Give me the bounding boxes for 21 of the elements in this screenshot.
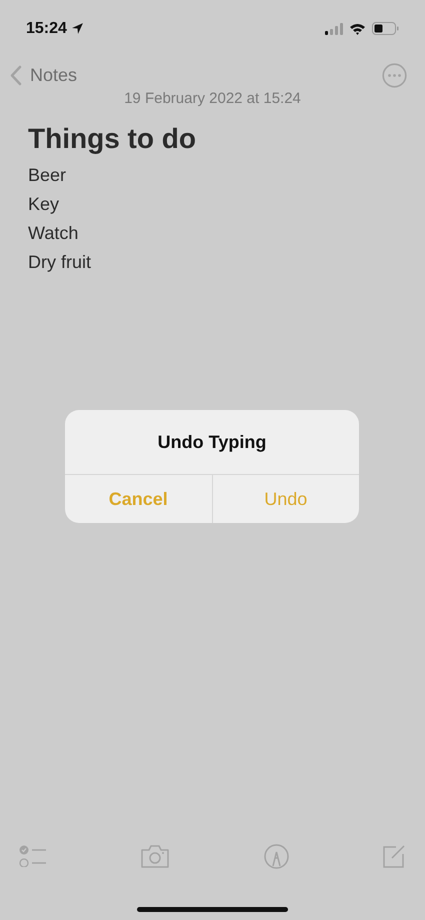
more-icon[interactable] (382, 62, 407, 88)
note-line: Beer (28, 164, 68, 186)
camera-icon[interactable] (140, 844, 170, 868)
wifi-icon (349, 22, 366, 34)
alert-title: Undo Typing (158, 430, 266, 454)
alert-button[interactable]: Cancel (65, 475, 212, 523)
location-arrow-icon (70, 22, 84, 35)
pen-tip-icon[interactable] (264, 844, 289, 868)
note-line: Watch (28, 222, 80, 244)
status-time: 15:24 (26, 18, 67, 38)
signal-icon (325, 22, 343, 34)
back-button[interactable]: Notes (10, 62, 78, 88)
battery-icon (372, 22, 399, 35)
note-line: Dry fruit (28, 250, 92, 274)
chevron-left-icon (10, 64, 22, 86)
checklist-icon[interactable] (19, 845, 47, 867)
alert-button[interactable]: Undo (212, 475, 359, 523)
note-title: Things to do (28, 122, 197, 156)
note-line: Key (28, 192, 60, 216)
compose-icon[interactable] (382, 844, 406, 868)
note-date: 19 February 2022 at 15:24 (124, 89, 301, 109)
